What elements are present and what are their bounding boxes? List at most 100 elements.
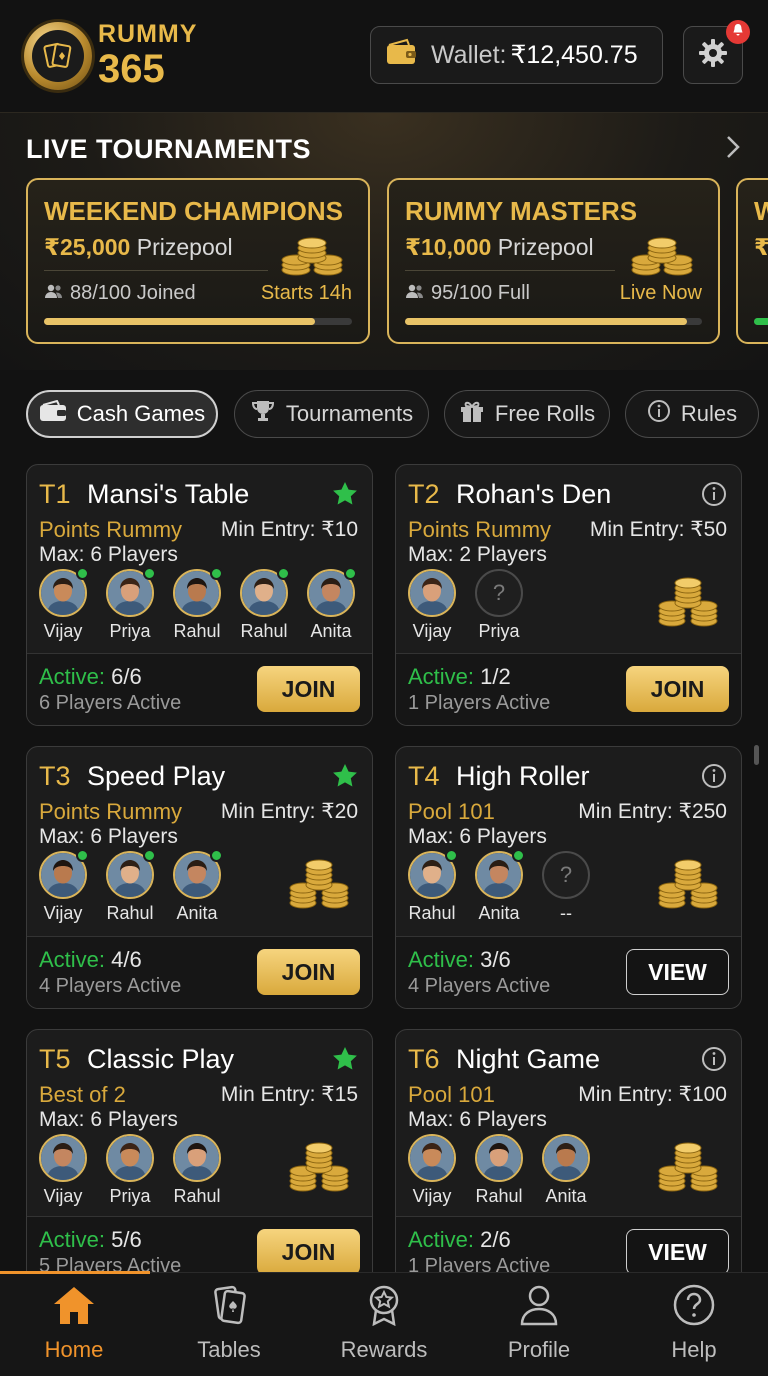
active-value: 3/6 (480, 947, 511, 972)
online-indicator (76, 567, 89, 580)
player-avatar[interactable]: Vijay (39, 849, 89, 924)
player-name: Anita (310, 621, 352, 641)
player-avatar[interactable]: Anita (475, 849, 525, 924)
coins-icon (286, 1140, 352, 1199)
favorite-star-icon[interactable] (332, 481, 358, 512)
player-avatar[interactable]: Anita (542, 1134, 590, 1207)
online-indicator (210, 849, 223, 862)
nav-label: Tables (197, 1337, 261, 1362)
active-label: Active: (39, 947, 106, 972)
player-name: Vijay (43, 621, 83, 641)
wallet-button[interactable]: Wallet: ₹12,450.75 (370, 26, 663, 84)
filter-chip-free-rolls[interactable]: Free Rolls (444, 390, 610, 438)
table-card[interactable]: T1 Mansi's Table Points Rummy Min Entry: ₹1… (26, 464, 373, 726)
wallet-balance: ₹12,450.75 (510, 41, 638, 69)
online-indicator (344, 567, 357, 580)
player-avatar[interactable]: Priya (106, 567, 156, 642)
nav-label: Rewards (340, 1337, 428, 1362)
nav-help[interactable]: Help (634, 1284, 754, 1363)
nav-profile[interactable]: Profile (479, 1284, 599, 1363)
chip-label: Cash Games (76, 401, 206, 426)
active-value: 6/6 (111, 664, 142, 689)
tournament-card-partial[interactable]: W ₹ (736, 178, 768, 344)
live-tournaments-title: LIVE TOURNAMENTS (26, 134, 312, 164)
filter-chip-tournaments[interactable]: Tournaments (234, 390, 429, 438)
gift-icon (459, 399, 485, 429)
player-avatar[interactable]: Vijay (39, 567, 89, 642)
tournament-progress-bar (405, 318, 702, 325)
favorite-star-icon[interactable] (332, 1046, 358, 1077)
home-icon (51, 1284, 97, 1331)
player-name: Vijay (43, 1186, 83, 1206)
info-icon (647, 399, 671, 429)
table-card-body: T5 Classic Play Best of 2 Min Entry: ₹15 Max… (27, 1030, 372, 1216)
nav-label: Help (671, 1337, 717, 1362)
player-avatar[interactable]: Rahul (240, 567, 290, 642)
prize-amount: ₹25,000 (44, 234, 131, 260)
join-button[interactable]: JOIN (626, 666, 729, 712)
scrollbar-thumb[interactable] (754, 745, 759, 765)
table-card[interactable]: T4 High Roller Pool 101 Min Entry: ₹250 Max:… (395, 746, 742, 1009)
player-avatar[interactable]: Vijay (408, 569, 456, 642)
player-avatar[interactable]: Rahul (173, 567, 223, 642)
users-icon (44, 282, 64, 305)
info-icon[interactable] (701, 1046, 727, 1077)
filter-chip-cash-games[interactable]: Cash Games (26, 390, 218, 438)
table-card[interactable]: T6 Night Game Pool 101 Min Entry: ₹100 Max: … (395, 1029, 742, 1289)
player-avatar[interactable]: Rahul (408, 849, 458, 924)
info-icon[interactable] (701, 481, 727, 512)
player-avatar[interactable]: Rahul (475, 1134, 523, 1207)
max-players: Max: 6 Players (39, 543, 178, 566)
player-avatar[interactable]: Vijay (39, 1134, 87, 1207)
prize-label: Prizepool (497, 234, 594, 260)
join-button[interactable]: JOIN (257, 666, 360, 712)
view-button[interactable]: VIEW (626, 949, 729, 995)
player-avatar[interactable]: Rahul (173, 1134, 221, 1207)
player-avatar[interactable]: Anita (307, 567, 357, 642)
table-card[interactable]: T5 Classic Play Best of 2 Min Entry: ₹15 Max… (26, 1029, 373, 1289)
player-slot-empty[interactable]: ? Priya (475, 569, 523, 642)
active-label: Active: (408, 947, 475, 972)
nav-tables[interactable]: Tables (169, 1284, 289, 1363)
tournament-card[interactable]: RUMMY MASTERS ₹10,000 Prizepool 95/100 F… (387, 178, 720, 344)
join-button[interactable]: JOIN (257, 949, 360, 995)
online-indicator (76, 849, 89, 862)
active-count: Active: 4/6 (39, 947, 142, 973)
player-name: Priya (478, 621, 520, 641)
player-slot-empty[interactable]: ? -- (542, 851, 590, 924)
cards-logo-icon (32, 30, 84, 82)
player-name: Rahul (173, 621, 221, 641)
filter-chip-rules[interactable]: Rules (625, 390, 759, 438)
view-button[interactable]: VIEW (626, 1229, 729, 1275)
table-card[interactable]: T3 Speed Play Points Rummy Min Entry: ₹20 Ma… (26, 746, 373, 1009)
min-entry: Min Entry: ₹15 (220, 1083, 358, 1106)
tournament-progress-bar (44, 318, 352, 325)
avatar (39, 1134, 87, 1182)
see-all-arrow[interactable] (722, 134, 744, 165)
nav-rewards[interactable]: Rewards (324, 1284, 444, 1363)
brand-line-1: RUMMY (98, 20, 198, 48)
info-icon[interactable] (701, 763, 727, 794)
table-card[interactable]: T2 Rohan's Den Points Rummy Min Entry: ₹50 M… (395, 464, 742, 726)
join-button[interactable]: JOIN (257, 1229, 360, 1275)
player-avatar[interactable]: Priya (106, 1134, 154, 1207)
player-avatar[interactable]: Vijay (408, 1134, 456, 1207)
coins-icon (655, 857, 721, 916)
favorite-star-icon[interactable] (332, 763, 358, 794)
divider (405, 270, 615, 271)
gear-icon (697, 37, 729, 74)
tournament-status: Starts 14h (260, 282, 352, 304)
players-active-text: 6 Players Active (39, 692, 182, 714)
nav-home[interactable]: Home (14, 1284, 134, 1363)
online-indicator (143, 567, 156, 580)
min-entry: Min Entry: ₹20 (220, 800, 358, 823)
tournament-prize: ₹25,000 Prizepool (44, 234, 233, 261)
tournament-card[interactable]: WEEKEND CHAMPIONS ₹25,000 Prizepool 88/1… (26, 178, 370, 344)
wallet-label: Wallet: (431, 40, 507, 69)
notification-badge[interactable] (726, 20, 750, 44)
table-id: T3 (39, 761, 71, 791)
player-avatar[interactable]: Rahul (106, 849, 156, 924)
player-avatar[interactable]: Anita (173, 849, 223, 924)
app-logo (24, 22, 92, 90)
question-icon: ? (542, 851, 590, 899)
